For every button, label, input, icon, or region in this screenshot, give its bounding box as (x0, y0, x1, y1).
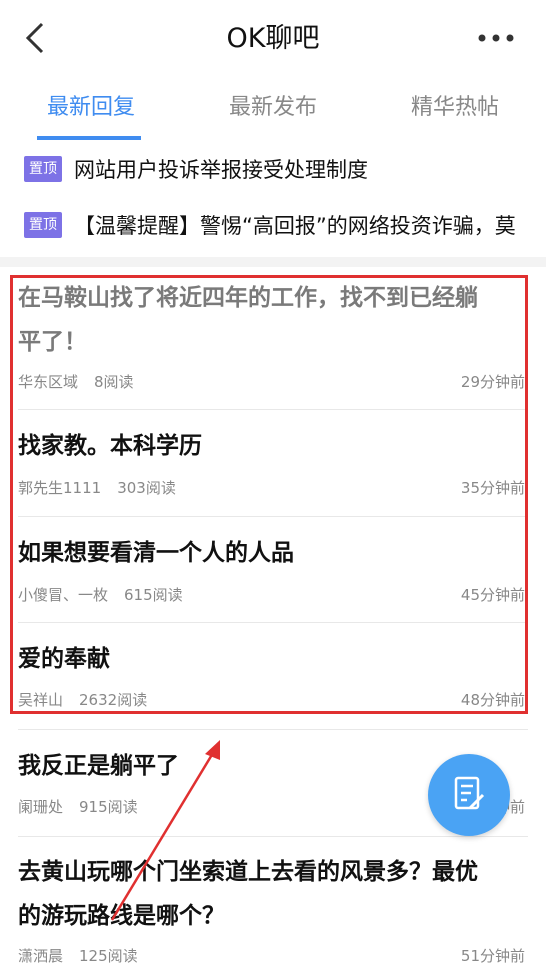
pinned-item[interactable]: 置顶 【温馨提醒】警惕“高回报”的网络投资诈骗，莫 (0, 198, 546, 254)
tab-latest-reply[interactable]: 最新回复 (0, 76, 182, 142)
pinned-item[interactable]: 置顶 网站用户投诉举报接受处理制度 (0, 142, 546, 198)
tab-featured[interactable]: 精华热帖 (364, 76, 546, 142)
tab-bar: 最新回复 最新发布 精华热帖 (0, 76, 546, 142)
divider (18, 836, 528, 837)
tab-latest-post[interactable]: 最新发布 (182, 76, 364, 142)
post-title-line: 去黄山玩哪个门坐索道上去看的风景多？最优 (18, 859, 478, 885)
pinned-title: 网站用户投诉举报接受处理制度 (74, 158, 368, 182)
pinned-badge: 置顶 (24, 156, 62, 182)
divider (18, 729, 528, 730)
pinned-badge: 置顶 (24, 212, 62, 238)
compose-icon (454, 776, 485, 810)
post-author: 阑珊处 (18, 798, 64, 816)
compose-button[interactable] (428, 754, 510, 836)
list-item[interactable]: 去黄山玩哪个门坐索道上去看的风景多？最优 的游玩路线是哪个？ 潇洒晨 125阅读 … (0, 850, 546, 965)
more-horizontal-icon[interactable] (476, 26, 516, 50)
post-title-line: 的游玩路线是哪个？ (18, 903, 225, 929)
post-meta: 阑珊处 915阅读 (18, 796, 138, 817)
post-time: 51分钟前 (460, 947, 525, 965)
post-meta: 潇洒晨 125阅读 (18, 945, 138, 966)
post-reads: 125阅读 (79, 947, 138, 965)
page-title: OK聊吧 (226, 23, 320, 54)
highlight-box (10, 275, 528, 714)
section-gap (0, 257, 546, 267)
top-bar: OK聊吧 (0, 0, 546, 77)
post-reads: 915阅读 (79, 798, 138, 816)
post-author: 潇洒晨 (18, 947, 64, 965)
pinned-title: 【温馨提醒】警惕“高回报”的网络投资诈骗，莫 (74, 214, 516, 238)
active-tab-indicator (37, 136, 141, 140)
